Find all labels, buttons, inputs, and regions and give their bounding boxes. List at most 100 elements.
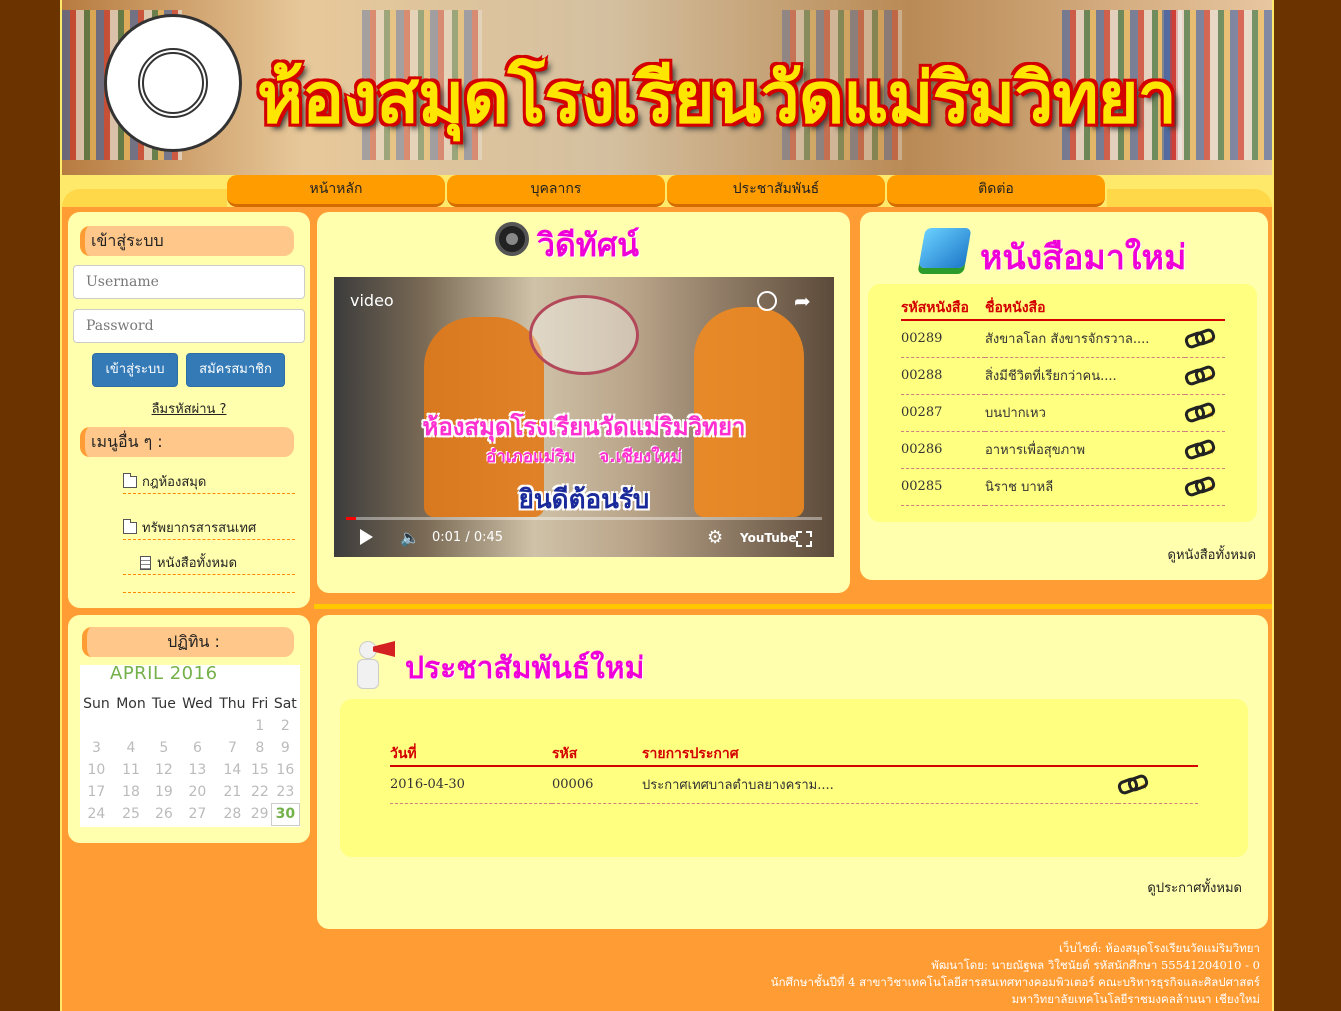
document-icon [140, 556, 151, 570]
footer-site: เว็บไซต์: ห้องสมุดโรงเรียนวัดแม่ริมวิทยา [1058, 941, 1260, 955]
calendar-header: ปฏิทิน : [82, 627, 294, 657]
calendar-day[interactable]: 28 [216, 803, 248, 825]
volume-icon[interactable]: 🔈 [400, 528, 420, 547]
calendar-day[interactable]: 5 [149, 737, 178, 759]
weekday-label: Wed [182, 696, 213, 712]
calendar-panel: ปฏิทิน : APRIL 2016 Sun Mon Tue Wed Thu … [68, 615, 310, 843]
play-icon[interactable] [360, 529, 373, 545]
section-divider [314, 604, 1272, 609]
calendar-day[interactable]: 12 [149, 759, 178, 781]
footer-program: นักศึกษาชั้นปีที่ 4 สาขาวิชาเทคโนโลยีสาร… [770, 975, 1260, 989]
books-icon [918, 228, 972, 268]
login-header: เข้าสู่ระบบ [80, 226, 294, 256]
calendar-day[interactable]: 4 [113, 737, 149, 759]
header-banner: ห้องสมุดโรงเรียนวัดแม่ริมวิทยา [62, 0, 1272, 175]
calendar-day[interactable]: 15 [249, 759, 272, 781]
weekday-label: Fri [251, 696, 269, 712]
calendar-day[interactable]: 1 [249, 715, 272, 737]
calendar-day[interactable]: 13 [179, 759, 217, 781]
school-logo [104, 14, 242, 152]
calendar-day[interactable]: 9 [271, 737, 299, 759]
calendar-day[interactable]: 8 [249, 737, 272, 759]
video-panel: วิดีทัศน์ video ➦ ห้องสมุดโรงเรียนวัดแม่… [317, 212, 850, 593]
calendar-day-today[interactable]: 30 [270, 802, 301, 826]
table-row[interactable]: 00288 สิ่งมีชีวิตที่เรียกว่าคน.... ★ [901, 357, 1225, 395]
footer-developer: พัฒนาโดย: นายณัฐพล วิใชนัยต์ รหัสนักศึกษ… [931, 958, 1260, 972]
video-progress-fill [346, 517, 357, 520]
col-book-name: ชื่อหนังสือ [985, 296, 1185, 321]
video-overlay-welcome: ยินดีต้อนรับ [518, 485, 650, 515]
book-name: อาหารเพื่อสุขภาพ [985, 431, 1185, 469]
table-row[interactable]: 00289 สังขาลโลก สังขารจักรวาล.... ★ [901, 320, 1225, 358]
view-all-news-link[interactable]: ดูประกาศทั้งหมด [1147, 877, 1242, 898]
password-input[interactable]: Password [73, 309, 305, 343]
watch-later-icon[interactable] [757, 291, 777, 311]
table-row[interactable]: 2016-04-30 00006 ประกาศเทศบาลตำบลยางคราม… [390, 766, 1198, 804]
link-icon[interactable]: ★ [1185, 478, 1215, 494]
book-name: สิ่งมีชีวิตที่เรียกว่าคน.... [985, 357, 1185, 395]
fullscreen-icon[interactable] [796, 531, 812, 547]
nav-news[interactable]: ประชาสัมพันธ์ [667, 175, 885, 207]
news-panel: ประชาสัมพันธ์ใหม่ วันที่ รหัส รายการประก… [317, 615, 1268, 929]
calendar-day[interactable]: 10 [80, 759, 113, 781]
nav-home[interactable]: หน้าหลัก [227, 175, 445, 207]
calendar-day[interactable]: 18 [113, 781, 149, 803]
nav-staff[interactable]: บุคลากร [447, 175, 665, 207]
share-icon[interactable]: ➦ [794, 289, 811, 313]
book-id: 00286 [901, 431, 985, 469]
table-row[interactable]: 00285 นิราช บาหลี ★ [901, 468, 1225, 506]
login-panel: เข้าสู่ระบบ Username Password เข้าสู่ระบ… [68, 212, 310, 608]
forgot-password-link[interactable]: ลืมรหัสผ่าน ? [68, 398, 310, 419]
calendar-day[interactable]: 22 [249, 781, 272, 803]
nav-contact[interactable]: ติดต่อ [887, 175, 1105, 207]
view-all-books-link[interactable]: ดูหนังสือทั้งหมด [1168, 544, 1257, 565]
menu-item-resources[interactable]: ทรัพยากรสารสนเทศ [123, 518, 295, 540]
link-icon[interactable]: ★ [1185, 330, 1215, 346]
settings-gear-icon[interactable]: ⚙ [707, 527, 723, 548]
link-icon[interactable]: ★ [1185, 404, 1215, 420]
table-row[interactable]: 00286 อาหารเพื่อสุขภาพ ★ [901, 431, 1225, 469]
new-books-box: รหัสหนังสือ ชื่อหนังสือ 00289 สังขาลโลก … [868, 284, 1257, 522]
table-row[interactable]: 00287 บนปากเหว ★ [901, 394, 1225, 432]
login-button[interactable]: เข้าสู่ระบบ [92, 353, 178, 387]
calendar-day[interactable]: 17 [80, 781, 113, 803]
username-input[interactable]: Username [73, 265, 305, 299]
weekday-label: Tue [151, 696, 176, 712]
weekday-label: Sun [83, 696, 110, 712]
calendar-day[interactable]: 6 [179, 737, 217, 759]
video-overlay-subtitle: อำเภอแม่ริม จ.เชียงใหม่ [486, 447, 682, 467]
register-button[interactable]: สมัครสมาชิก [186, 353, 285, 387]
link-icon[interactable]: ★ [1185, 367, 1215, 383]
calendar-day[interactable]: 11 [113, 759, 149, 781]
calendar-day[interactable]: 21 [216, 781, 248, 803]
book-id: 00288 [901, 357, 985, 395]
calendar-day[interactable]: 26 [149, 803, 178, 825]
news-id: 00006 [552, 766, 642, 804]
link-icon[interactable]: ★ [1185, 441, 1215, 457]
calendar-day[interactable]: 16 [271, 759, 299, 781]
menu-item-all-books[interactable]: หนังสือทั้งหมด [123, 553, 295, 575]
video-progress-track[interactable] [346, 517, 822, 520]
book-id: 00285 [901, 468, 985, 506]
calendar-day[interactable]: 20 [179, 781, 217, 803]
video-player[interactable]: video ➦ ห้องสมุดโรงเรียนวัดแม่ริมวิทยา อ… [334, 277, 834, 557]
calendar-day[interactable]: 7 [216, 737, 248, 759]
footer: เว็บไซต์: ห้องสมุดโรงเรียนวัดแม่ริมวิทยา… [62, 930, 1272, 1011]
col-news-date: วันที่ [390, 742, 552, 767]
news-section-title: ประชาสัมพันธ์ใหม่ [405, 651, 645, 686]
video-time: 0:01 / 0:45 [432, 530, 504, 545]
calendar-day[interactable]: 24 [80, 803, 113, 825]
menu-item-library-rules[interactable]: กฎห้องสมุด [123, 472, 295, 494]
video-section-title: วิดีทัศน์ [537, 226, 640, 264]
calendar-day[interactable]: 23 [271, 781, 299, 803]
calendar-day[interactable]: 3 [80, 737, 113, 759]
folder-icon [123, 519, 137, 534]
calendar-day[interactable]: 29 [249, 803, 272, 825]
link-icon[interactable]: ★ [1118, 776, 1148, 792]
calendar-day[interactable]: 25 [113, 803, 149, 825]
calendar-day[interactable]: 2 [271, 715, 299, 737]
calendar-day[interactable]: 14 [216, 759, 248, 781]
youtube-logo[interactable]: YouTube [740, 531, 797, 545]
calendar-day[interactable]: 27 [179, 803, 217, 825]
calendar-day[interactable]: 19 [149, 781, 178, 803]
